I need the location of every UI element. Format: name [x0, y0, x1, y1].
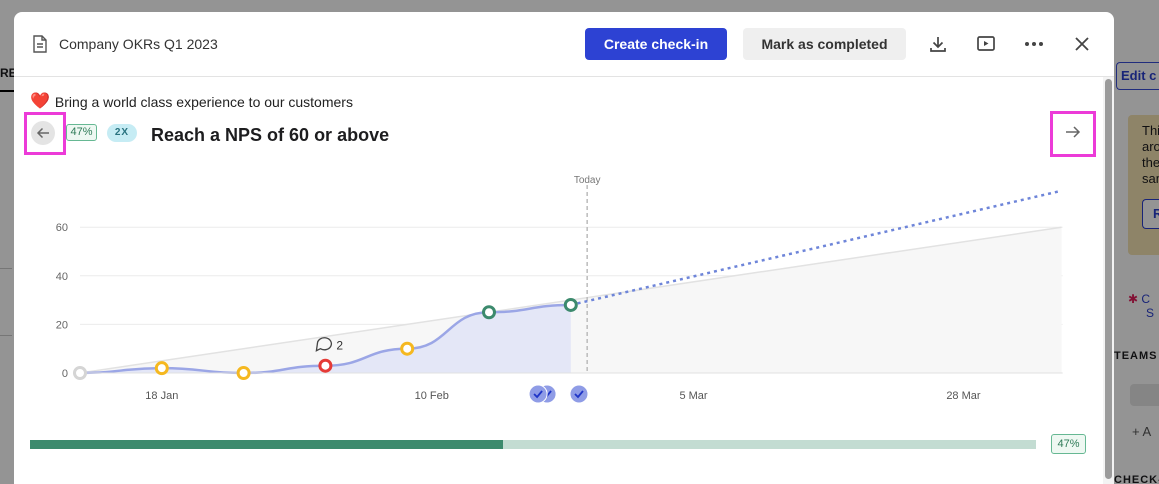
scrollbar-thumb[interactable]: [1105, 79, 1112, 479]
checkin-point: [154, 361, 169, 376]
x-tick-label: 18 Jan: [145, 390, 178, 402]
task-marker: [528, 384, 557, 404]
checkin-point: [400, 341, 415, 356]
task-marker: [569, 384, 589, 404]
checkin-point: [563, 297, 578, 312]
checkin-point: [73, 366, 87, 380]
x-tick-label: 28 Mar: [946, 390, 981, 402]
checkin-point: [482, 305, 496, 320]
present-icon[interactable]: [974, 32, 998, 56]
previous-key-result-button[interactable]: [24, 112, 66, 155]
progress-chart: 0 20 40 60 Today 2 18 Jan 10 Feb 5 Mar 28 Mar: [56, 175, 1063, 404]
mark-completed-button[interactable]: Mark as completed: [743, 28, 906, 60]
comment-count: 2: [336, 339, 343, 353]
progress-badge: 47%: [66, 124, 97, 141]
download-icon[interactable]: [926, 32, 950, 56]
arrow-left-icon: [31, 121, 55, 145]
modal-scrollbar[interactable]: [1103, 77, 1114, 484]
y-tick-label: 0: [62, 368, 68, 380]
progress-bar-badge: 47%: [1051, 434, 1086, 454]
progress-bar-fill: [30, 440, 503, 449]
checkin-point: [318, 358, 333, 373]
next-key-result-button[interactable]: [1050, 111, 1096, 157]
key-result-modal: Company OKRs Q1 2023 Create check-in Mar…: [14, 12, 1114, 484]
multiplier-badge[interactable]: 2X: [107, 124, 137, 142]
task-circle: [569, 384, 589, 404]
document-icon: [32, 35, 48, 58]
create-checkin-button[interactable]: Create check-in: [585, 28, 727, 60]
close-icon[interactable]: [1070, 32, 1094, 56]
objective-title: Bring a world class experience to our cu…: [54, 94, 353, 110]
modal-header: Company OKRs Q1 2023 Create check-in Mar…: [14, 12, 1114, 77]
objective-link[interactable]: ❤️ Bring a world class experience to our…: [30, 93, 353, 111]
heart-icon: ❤️: [30, 93, 50, 110]
checkin-point: [236, 366, 251, 380]
x-tick-label: 10 Feb: [415, 390, 449, 402]
y-tick-label: 40: [56, 271, 68, 283]
more-icon[interactable]: [1022, 32, 1046, 56]
today-label: Today: [574, 175, 601, 186]
document-title[interactable]: Company OKRs Q1 2023: [59, 36, 218, 52]
y-tick-label: 60: [56, 222, 68, 234]
arrow-right-icon: [1065, 125, 1081, 144]
progress-bar: [30, 440, 1036, 449]
x-tick-label: 5 Mar: [679, 390, 707, 402]
task-circle: [528, 384, 548, 404]
key-result-title: Reach a NPS of 60 or above: [151, 125, 390, 145]
y-tick-label: 20: [56, 319, 68, 331]
